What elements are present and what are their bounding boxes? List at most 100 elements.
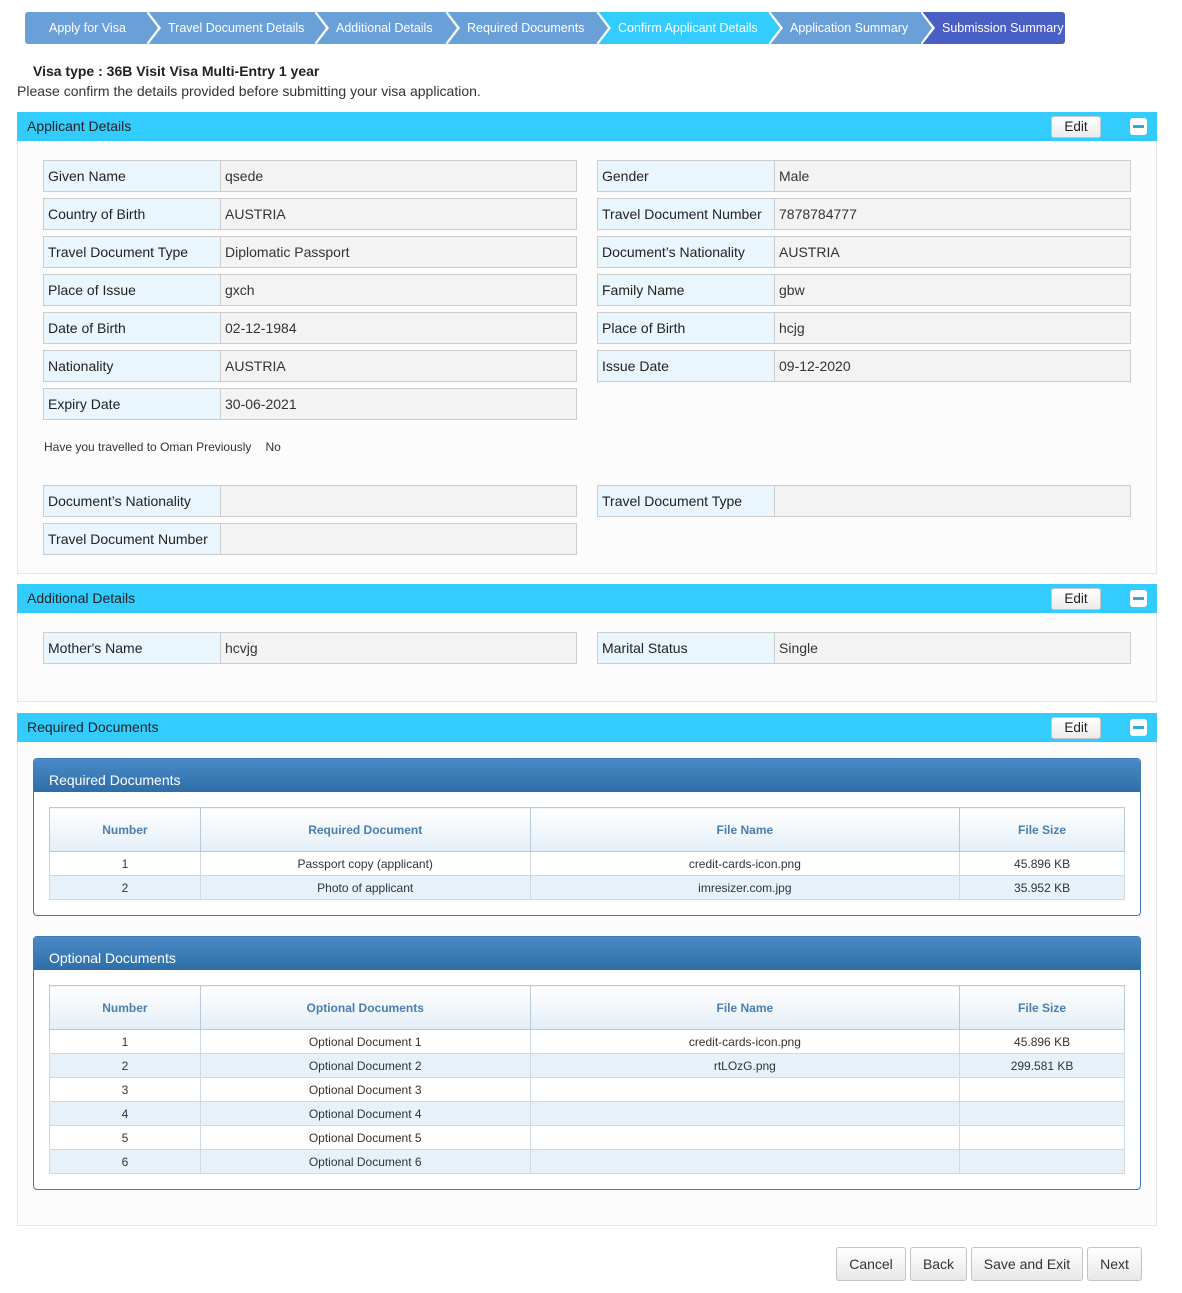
table-cell: [959, 1077, 1125, 1102]
step-label: Additional Details: [336, 21, 433, 35]
table-cell: Photo of applicant: [199, 875, 531, 900]
field-value: Diplomatic Passport: [221, 237, 576, 267]
field-value: gbw: [775, 275, 1130, 305]
field-issue-date: Issue Date 09-12-2020: [597, 350, 1131, 382]
table-cell: [529, 1101, 961, 1126]
applicant-details-header[interactable]: Applicant Details Edit: [17, 112, 1157, 141]
collapse-icon[interactable]: [1130, 118, 1147, 135]
field-value: [775, 486, 1130, 516]
table-cell: 1: [49, 851, 201, 876]
table-cell: credit-cards-icon.png: [529, 1029, 961, 1054]
table-row: 6 Optional Document 6: [49, 1149, 1125, 1174]
column-header: Optional Documents: [199, 985, 531, 1030]
field-value: 09-12-2020: [775, 351, 1130, 381]
field-mothers-name: Mother's Name hcvjg: [43, 632, 577, 664]
field-family-name: Family Name gbw: [597, 274, 1131, 306]
wizard-steps: Apply for Visa Travel Document Details A…: [25, 10, 1065, 46]
table-row: 4 Optional Document 4: [49, 1101, 1125, 1126]
field-label: Country of Birth: [44, 199, 221, 229]
required-documents-box: Required Documents Number Required Docume…: [33, 758, 1141, 916]
next-button[interactable]: Next: [1087, 1247, 1142, 1281]
table-row: 1 Optional Document 1 credit-cards-icon.pn…: [49, 1029, 1125, 1054]
field-value: gxch: [221, 275, 576, 305]
cancel-button[interactable]: Cancel: [836, 1247, 906, 1281]
field-value: AUSTRIA: [221, 351, 576, 381]
field-label: Document’s Nationality: [44, 486, 221, 516]
box-title: Required Documents: [34, 759, 1140, 792]
step-additional-details[interactable]: Additional Details: [314, 10, 460, 46]
field-country-of-birth: Country of Birth AUSTRIA: [43, 198, 577, 230]
field-label: Travel Document Number: [598, 199, 775, 229]
field-travel-document-number: Travel Document Number 7878784777: [597, 198, 1131, 230]
field-label: Travel Document Number: [44, 524, 221, 554]
table-cell: 45.896 KB: [959, 1029, 1125, 1054]
field-place-of-birth: Place of Birth hcjg: [597, 312, 1131, 344]
required-documents-header[interactable]: Required Documents Edit: [17, 713, 1157, 742]
step-required-documents[interactable]: Required Documents: [445, 10, 611, 46]
table-cell: rtLOzG.png: [529, 1053, 961, 1078]
table-cell: [529, 1149, 961, 1174]
step-label: Required Documents: [467, 21, 585, 35]
step-label: Apply for Visa: [49, 21, 126, 35]
field-value: [221, 524, 576, 554]
travelled-question: Have you travelled to Oman Previously: [44, 440, 252, 454]
step-travel-document-details[interactable]: Travel Document Details: [146, 10, 329, 46]
travelled-answer: No: [265, 440, 281, 454]
field-value: 30-06-2021: [221, 389, 576, 419]
table-cell: [959, 1125, 1125, 1150]
table-cell: [959, 1149, 1125, 1174]
panel-title: Applicant Details: [27, 118, 132, 134]
table-cell: Passport copy (applicant): [199, 851, 531, 876]
field-value: hcjg: [775, 313, 1130, 343]
step-label: Travel Document Details: [168, 21, 305, 35]
field-label: Marital Status: [598, 633, 775, 663]
field-label: Place of Birth: [598, 313, 775, 343]
panel-title: Required Documents: [27, 719, 159, 735]
field-value: hcvjg: [221, 633, 576, 663]
table-row: 2 Optional Document 2 rtLOzG.png 299.581 KB: [49, 1053, 1125, 1078]
table-cell: 45.896 KB: [959, 851, 1125, 876]
field-travel-document-type: Travel Document Type Diplomatic Passport: [43, 236, 577, 268]
collapse-icon[interactable]: [1130, 590, 1147, 607]
column-header: Number: [49, 807, 201, 852]
table-row: 3 Optional Document 3: [49, 1077, 1125, 1102]
table-cell: Optional Document 2: [199, 1053, 531, 1078]
table-cell: Optional Document 4: [199, 1101, 531, 1126]
collapse-icon[interactable]: [1130, 719, 1147, 736]
back-button[interactable]: Back: [910, 1247, 967, 1281]
field-label: Issue Date: [598, 351, 775, 381]
table-cell: 1: [49, 1029, 201, 1054]
field-prev-document-nationality: Document’s Nationality: [43, 485, 577, 517]
table-cell: Optional Document 5: [199, 1125, 531, 1150]
additional-details-header[interactable]: Additional Details Edit: [17, 584, 1157, 613]
table-row: 1 Passport copy (applicant) credit-cards-i…: [49, 851, 1125, 876]
edit-additional-button[interactable]: Edit: [1051, 588, 1101, 610]
field-gender: Gender Male: [597, 160, 1131, 192]
edit-applicant-button[interactable]: Edit: [1051, 116, 1101, 138]
panel-title: Additional Details: [27, 590, 136, 606]
table-cell: Optional Document 3: [199, 1077, 531, 1102]
table-cell: credit-cards-icon.png: [529, 851, 961, 876]
edit-documents-button[interactable]: Edit: [1051, 717, 1101, 739]
field-label: Date of Birth: [44, 313, 221, 343]
step-confirm-applicant-details[interactable]: Confirm Applicant Details: [596, 10, 783, 46]
table-cell: 2: [49, 875, 201, 900]
field-label: Family Name: [598, 275, 775, 305]
save-and-exit-button[interactable]: Save and Exit: [971, 1247, 1083, 1281]
table-cell: Optional Document 6: [199, 1149, 531, 1174]
table-cell: 35.952 KB: [959, 875, 1125, 900]
field-place-of-issue: Place of Issue gxch: [43, 274, 577, 306]
field-label: Gender: [598, 161, 775, 191]
field-label: Place of Issue: [44, 275, 221, 305]
optional-documents-box: Optional Documents Number Optional Docume…: [33, 936, 1141, 1190]
field-expiry-date: Expiry Date 30-06-2021: [43, 388, 577, 420]
table-cell: imresizer.com.jpg: [529, 875, 961, 900]
step-apply-for-visa[interactable]: Apply for Visa: [25, 10, 161, 46]
optional-documents-table: Number Optional Documents File Name File Si…: [49, 985, 1125, 1174]
step-application-summary[interactable]: Application Summary: [768, 10, 935, 46]
step-submission-summary[interactable]: Submission Summary: [920, 12, 1065, 44]
table-cell: [529, 1125, 961, 1150]
field-date-of-birth: Date of Birth 02-12-1984: [43, 312, 577, 344]
field-label: Travel Document Type: [44, 237, 221, 267]
field-marital-status: Marital Status Single: [597, 632, 1131, 664]
